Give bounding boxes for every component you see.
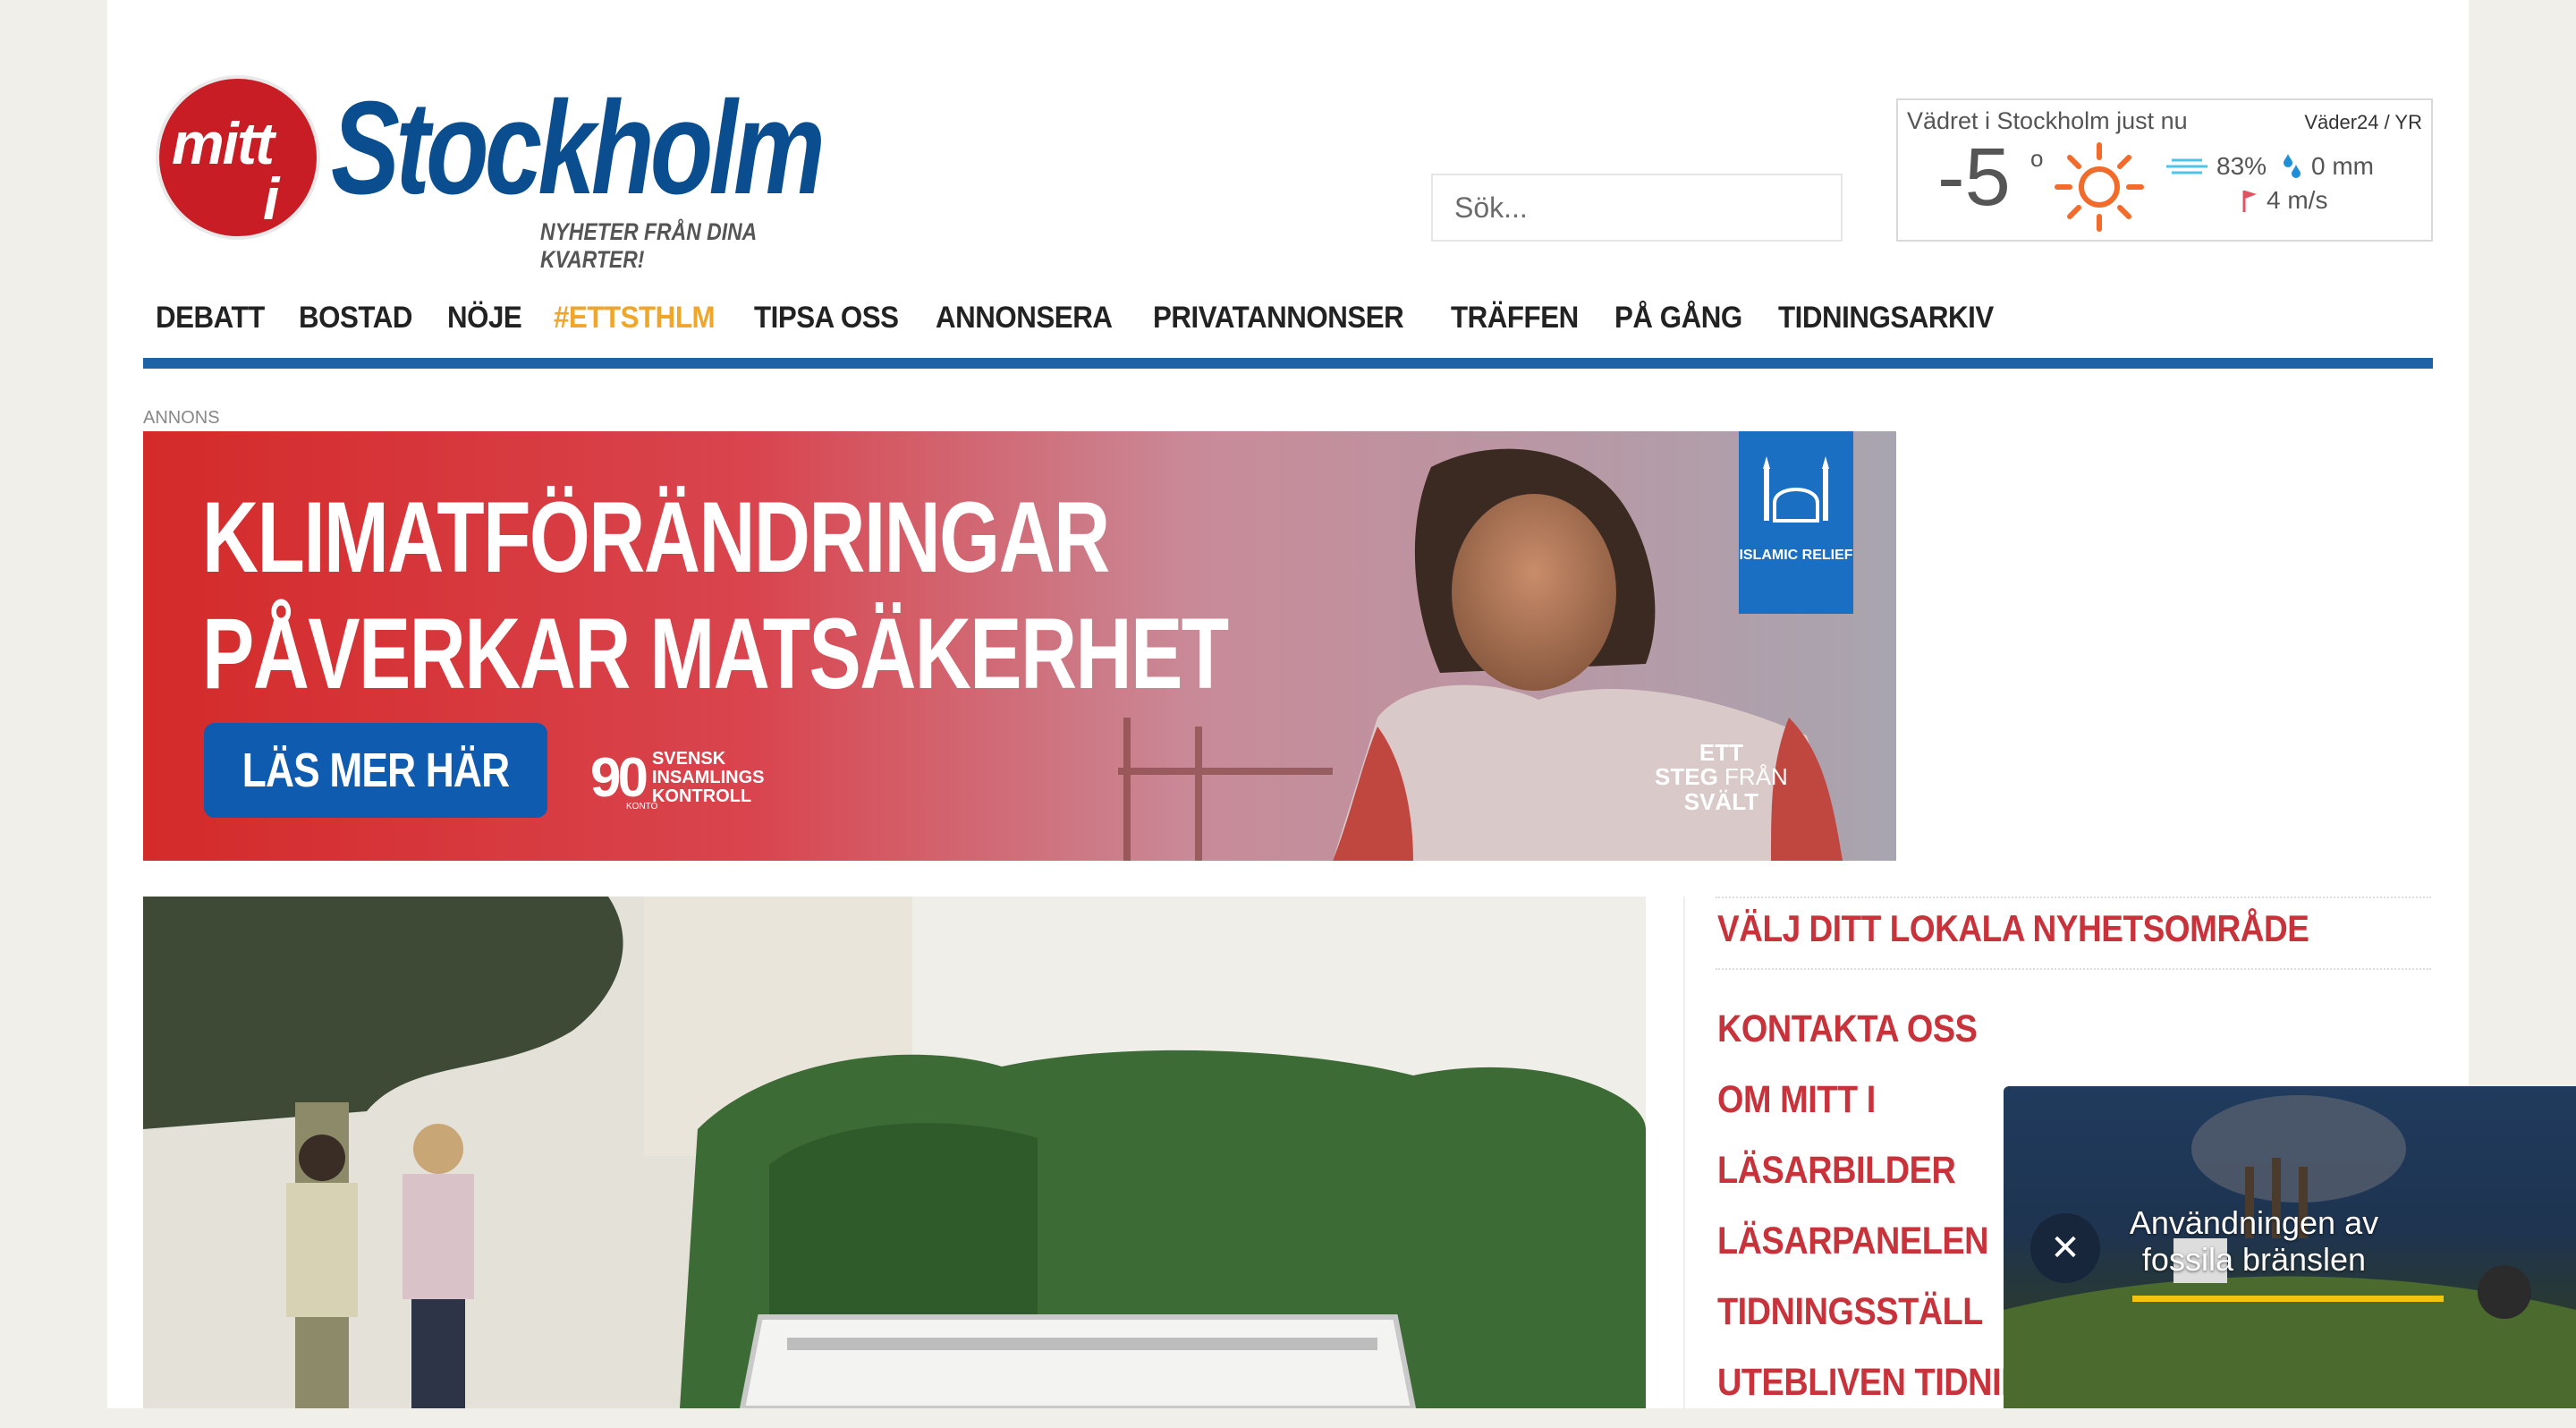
sidebar-link-tidningsstall[interactable]: TIDNINGSSTÄLL bbox=[1717, 1287, 2051, 1357]
nav-item-traffen[interactable]: TRÄFFEN bbox=[1451, 301, 1579, 336]
ad-headline-line-1: KLIMATFÖRÄNDRINGAR bbox=[202, 481, 1110, 593]
video-caption: Användningen av fossila bränslen bbox=[2129, 1204, 2379, 1279]
sidebar-divider bbox=[1683, 897, 1685, 1408]
weather-degree-symbol: o bbox=[2030, 145, 2044, 172]
ad-label: ANNONS bbox=[143, 408, 220, 428]
sun-icon bbox=[2055, 142, 2144, 232]
weather-source-link[interactable]: Väder24 / YR bbox=[2304, 111, 2422, 134]
video-caption-underline bbox=[2132, 1296, 2444, 1302]
ad-headline-line-2: PÅVERKAR MATSÄKERHET bbox=[202, 597, 1229, 710]
site-logo[interactable]: mitt i Stockholm NYHETER FRÅN DINA KVART… bbox=[156, 74, 871, 273]
logo-badge: mitt i bbox=[156, 75, 320, 240]
sidebar-separator-top bbox=[1716, 897, 2431, 898]
weather-wind: 4 m/s bbox=[2241, 186, 2327, 215]
sidebar-link-kontakta-oss[interactable]: KONTAKTA OSS bbox=[1717, 1004, 2051, 1075]
search-input[interactable] bbox=[1431, 174, 1843, 242]
ad-step-1: ETT bbox=[1699, 739, 1743, 766]
video-popup[interactable]: ✕ Användningen av fossila bränslen bbox=[2004, 1086, 2576, 1408]
ad-svensk: SVENSK bbox=[651, 749, 726, 769]
ad-read-more-button[interactable]: LÄS MER HÄR bbox=[204, 723, 547, 818]
nav-item-ettsthlm[interactable]: #ETTSTHLM bbox=[554, 301, 716, 336]
close-icon[interactable]: ✕ bbox=[2030, 1213, 2100, 1283]
nav-item-debatt[interactable]: DEBATT bbox=[156, 301, 265, 336]
nav-underline bbox=[143, 358, 2433, 369]
ad-step-logo: ETT STEG FRÅN SVÄLT bbox=[1655, 739, 1788, 815]
weather-humidity: 83% bbox=[2166, 152, 2267, 181]
haze-icon bbox=[2166, 158, 2207, 174]
ad-headline: KLIMATFÖRÄNDRINGAR PÅVERKAR MATSÄKERHET bbox=[202, 480, 1229, 712]
weather-widget: Vädret i Stockholm just nu Väder24 / YR … bbox=[1896, 98, 2433, 242]
ad-step-line: STEG FRÅN bbox=[1655, 765, 1788, 789]
mosque-icon bbox=[1763, 456, 1829, 523]
ad-org-name: ISLAMIC RELIEF bbox=[1739, 548, 1853, 563]
sidebar-link-om-mitt-i[interactable]: OM MITT I bbox=[1717, 1075, 2051, 1145]
ad-90-konto-logo: 90 KONTO SVENSK INSAMLINGS KONTROLL bbox=[590, 746, 765, 812]
ad-kontroll: KONTROLL bbox=[651, 786, 752, 806]
logo-wordmark: Stockholm bbox=[331, 74, 826, 222]
ad-90-number: 90 bbox=[590, 747, 648, 809]
article-hero-image[interactable] bbox=[143, 897, 1646, 1408]
ad-step-2: STEG bbox=[1655, 763, 1718, 791]
main-nav: DEBATT BOSTAD NÖJE #ETTSTHLM TIPSA OSS A… bbox=[156, 301, 2012, 336]
ad-step-3: FRÅN bbox=[1724, 763, 1788, 791]
logo-tagline: NYHETER FRÅN DINA KVARTER! bbox=[540, 218, 757, 273]
ad-banner[interactable]: KLIMATFÖRÄNDRINGAR PÅVERKAR MATSÄKERHET … bbox=[143, 431, 1896, 861]
wind-flag-icon bbox=[2242, 191, 2257, 212]
weather-precipitation: 0 mm bbox=[2283, 152, 2374, 181]
nav-item-bostad[interactable]: BOSTAD bbox=[299, 301, 412, 336]
ad-button-label: LÄS MER HÄR bbox=[242, 744, 510, 797]
nav-item-privatannonser[interactable]: PRIVATANNONSER bbox=[1153, 301, 1404, 336]
nav-item-noje[interactable]: NÖJE bbox=[447, 301, 522, 336]
nav-item-annonsera[interactable]: ANNONSERA bbox=[936, 301, 1113, 336]
sidebar-link-utebliven-tidning[interactable]: UTEBLIVEN TIDNING bbox=[1717, 1357, 2051, 1428]
precipitation-value: 0 mm bbox=[2311, 152, 2374, 180]
sidebar-link-lasarpanelen[interactable]: LÄSARPANELEN bbox=[1717, 1216, 2051, 1287]
humidity-value: 83% bbox=[2216, 152, 2267, 180]
nav-item-pa-gang[interactable]: PÅ GÅNG bbox=[1614, 301, 1742, 336]
hero-photo-illustration bbox=[143, 897, 1646, 1408]
sidebar-separator-bottom bbox=[1716, 968, 2431, 970]
logo-i-text: i bbox=[263, 166, 280, 232]
ad-90-org-text: SVENSK INSAMLINGS KONTROLL bbox=[652, 750, 765, 806]
nav-item-tidningsarkiv[interactable]: TIDNINGSARKIV bbox=[1778, 301, 1994, 336]
droplets-icon bbox=[2284, 154, 2301, 178]
nav-item-tipsa-oss[interactable]: TIPSA OSS bbox=[754, 301, 899, 336]
ad-insamlings: INSAMLINGS bbox=[651, 768, 765, 787]
weather-temperature: -5 bbox=[1937, 132, 2011, 223]
sidebar-link-lasarbilder[interactable]: LÄSARBILDER bbox=[1717, 1145, 2051, 1216]
logo-mitt-text: mitt bbox=[172, 110, 275, 176]
wind-value: 4 m/s bbox=[2267, 186, 2328, 214]
sidebar-heading-link[interactable]: VÄLJ DITT LOKALA NYHETSOMRÅDE bbox=[1717, 907, 2309, 950]
ad-90-konto-text: KONTO bbox=[626, 802, 658, 812]
islamic-relief-logo: ISLAMIC RELIEF bbox=[1739, 431, 1853, 614]
ad-step-4: SVÄLT bbox=[1683, 787, 1759, 815]
